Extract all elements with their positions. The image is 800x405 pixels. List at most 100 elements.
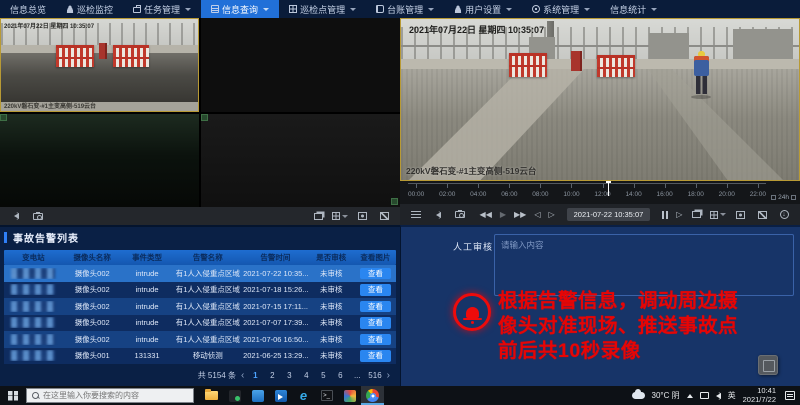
view-image-button[interactable]: 查看	[360, 268, 391, 280]
nav-item-info-query[interactable]: 信息查询	[201, 0, 279, 18]
time-cell: 2021-07-22 10:35...	[243, 269, 308, 278]
speaker-icon	[436, 212, 441, 218]
clock[interactable]: 10:41 2021/7/22	[743, 387, 776, 404]
nav-item-user-settings[interactable]: 用户设置	[444, 0, 522, 18]
next-page-button[interactable]	[387, 370, 390, 382]
step-back-button[interactable]: ◁	[534, 210, 540, 219]
event-cell: intrude	[122, 335, 173, 344]
stream-settings-button[interactable]	[408, 208, 424, 222]
action-center-icon[interactable]	[785, 391, 795, 400]
playback-controls: ◀◀ ▶ ▶▶ ◁ ▷ 2021-07-22 10:35:07 ▷ ↓	[400, 204, 800, 225]
hidden-icons-chevron[interactable]	[687, 394, 693, 398]
single-view-button[interactable]	[732, 208, 748, 222]
tick-label: 22:00	[750, 184, 766, 200]
page-button[interactable]: 6	[334, 369, 346, 382]
panel-title: 事故告警列表	[13, 230, 79, 245]
single-view-button[interactable]	[354, 209, 370, 223]
tick-label: 18:00	[688, 184, 704, 200]
playback-timeline[interactable]: 00:00 02:00 04:00 06:00 08:00 10:00 12:0…	[400, 181, 800, 204]
view-image-button[interactable]: 查看	[360, 334, 391, 346]
table-row[interactable]: 摄像头002 intrude 有1人入侵重点区域 2021-07-06 16:5…	[4, 331, 396, 348]
weather-text[interactable]: 30°C 阴	[652, 390, 680, 401]
ie-glyph	[297, 389, 311, 403]
camera-cell: 摄像头001	[63, 350, 122, 361]
file-explorer-icon[interactable]	[200, 386, 223, 405]
app-icon-color[interactable]	[338, 386, 361, 405]
volume-button[interactable]	[8, 209, 24, 223]
camera-cell: 摄像头002	[63, 317, 122, 328]
chevron-down-icon	[350, 8, 356, 11]
download-button[interactable]: ↓	[776, 208, 792, 222]
review-comment-input[interactable]	[494, 234, 794, 296]
search-input[interactable]	[43, 391, 183, 400]
view-image-button[interactable]: 查看	[360, 301, 391, 313]
nav-item-ledger-mgmt[interactable]: 台账管理	[366, 0, 444, 18]
playhead-marker[interactable]	[608, 182, 609, 196]
internet-explorer-icon[interactable]	[292, 386, 315, 405]
main-camera-view[interactable]: 2021年07月22日 星期四 10:35:07 220kV磐石变-#1主变高侧…	[400, 18, 800, 181]
app-icon-share[interactable]	[269, 386, 292, 405]
page-button[interactable]: 4	[300, 369, 312, 382]
nav-item-task-mgmt[interactable]: 任务管理	[123, 0, 201, 18]
fullscreen-button[interactable]	[376, 209, 392, 223]
network-icon[interactable]	[700, 392, 709, 399]
start-button[interactable]	[0, 386, 26, 405]
page-button[interactable]: 3	[283, 369, 295, 382]
taskbar-search[interactable]	[26, 388, 194, 403]
video-pane-3[interactable]	[0, 114, 199, 207]
fast-forward-button[interactable]: ▶▶	[514, 210, 526, 219]
table-row[interactable]: 摄像头002 intrude 有1人入侵重点区域 2021-07-15 17:1…	[4, 298, 396, 315]
snapshot-button[interactable]	[30, 209, 46, 223]
terminal-icon[interactable]	[315, 386, 338, 405]
table-row[interactable]: 摄像头002 intrude 有1人入侵重点区域 2021-07-07 17:3…	[4, 315, 396, 332]
app-icon-dark[interactable]	[223, 386, 246, 405]
view-image-button[interactable]: 查看	[360, 284, 391, 296]
page-button[interactable]: 5	[317, 369, 329, 382]
play-button[interactable]: ▷	[676, 210, 682, 219]
page-button[interactable]: 516	[368, 369, 381, 382]
zoom-in-icon[interactable]	[791, 195, 796, 200]
nav-item-overview[interactable]: 信息总览	[0, 0, 56, 18]
layout-grid-button[interactable]	[332, 209, 348, 223]
view-image-button[interactable]: 查看	[360, 350, 391, 362]
snapshot-button[interactable]	[452, 208, 468, 222]
table-row[interactable]: 摄像头002 intrude 有1人入侵重点区域 2021-07-22 10:3…	[4, 265, 396, 282]
floating-widget[interactable]	[758, 355, 778, 375]
pause-icon	[662, 211, 668, 219]
rewind-button[interactable]: ◀◀	[480, 210, 492, 219]
range-selector[interactable]: 24h	[771, 194, 796, 201]
stream-indicator	[201, 114, 208, 121]
view-image-button[interactable]: 查看	[360, 317, 391, 329]
video-pane-1[interactable]: 2021年07月22日 星期四 10:35:07 220kV磐石变-#1主变高侧…	[0, 18, 199, 112]
page-button[interactable]: 1	[249, 369, 261, 382]
step-forward-button[interactable]: ▷	[548, 210, 554, 219]
layout-grid-button[interactable]	[710, 208, 726, 222]
alarm-cell: 移动侦测	[173, 350, 244, 361]
fullscreen-button[interactable]	[754, 208, 770, 222]
alarm-list-panel: 事故告警列表 变电站 摄像头名称 事件类型 告警名称 告警时间 是否审核 查看图…	[0, 225, 400, 386]
table-row[interactable]: 摄像头002 intrude 有1人入侵重点区域 2021-07-18 15:2…	[4, 282, 396, 299]
red-safety-fence	[509, 53, 547, 77]
volume-button[interactable]	[430, 208, 446, 222]
prev-page-button[interactable]	[241, 370, 244, 382]
nav-item-patrol-monitor[interactable]: 巡检监控	[56, 0, 123, 18]
zoom-out-icon[interactable]	[771, 195, 776, 200]
pinned-apps	[200, 386, 384, 405]
nav-item-patrol-point-mgmt[interactable]: 巡检点管理	[279, 0, 366, 18]
grid-layout-icon	[710, 211, 718, 219]
substation-cell	[4, 301, 63, 312]
pip-button[interactable]	[688, 208, 704, 222]
video-pane-4[interactable]	[201, 114, 400, 207]
chrome-icon[interactable]	[361, 386, 384, 405]
nav-item-system-mgmt[interactable]: 系统管理	[522, 0, 600, 18]
play-speed-button[interactable]: ▶	[500, 210, 506, 219]
volume-icon[interactable]	[716, 393, 721, 399]
pause-button[interactable]	[662, 211, 668, 219]
language-indicator[interactable]: 英	[728, 390, 736, 401]
table-row[interactable]: 摄像头001 131331 移动侦测 2021-06-25 13:29... 未…	[4, 348, 396, 365]
app-icon-blue[interactable]	[246, 386, 269, 405]
pip-button[interactable]	[310, 209, 326, 223]
page-button[interactable]: 2	[266, 369, 278, 382]
nav-item-info-stats[interactable]: 信息统计	[600, 0, 667, 18]
video-pane-2[interactable]	[201, 18, 400, 112]
